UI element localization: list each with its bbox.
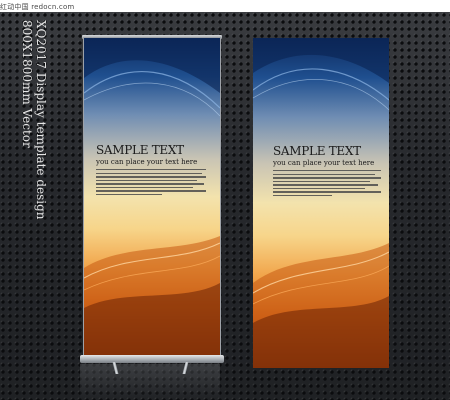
page: 红动中国 redocn.com XQ2017 Display template … [0, 0, 450, 400]
watermark-text: 红动中国 redocn.com [0, 3, 75, 11]
banner-right: SAMPLE TEXT you can place your text here [253, 38, 389, 368]
banner-right-title: SAMPLE TEXT [273, 144, 361, 158]
banner-left-body-placeholder [96, 169, 206, 198]
caption-line-1: XQ2017 Display template design [34, 20, 48, 220]
banner-right-body-placeholder [273, 170, 381, 199]
banner-wave-graphic [253, 38, 389, 368]
caption-line-2: 800X1800mm Vector [20, 20, 34, 148]
floor-reflection [80, 364, 220, 400]
vertical-caption: XQ2017 Display template design 800X1800m… [20, 20, 48, 360]
stand-base [80, 355, 224, 363]
banner-left-subtitle: you can place your text here [96, 158, 198, 166]
banner-left-title: SAMPLE TEXT [96, 143, 184, 157]
banner-right-subtitle: you can place your text here [273, 159, 375, 167]
banner-left: SAMPLE TEXT you can place your text here [84, 38, 220, 356]
